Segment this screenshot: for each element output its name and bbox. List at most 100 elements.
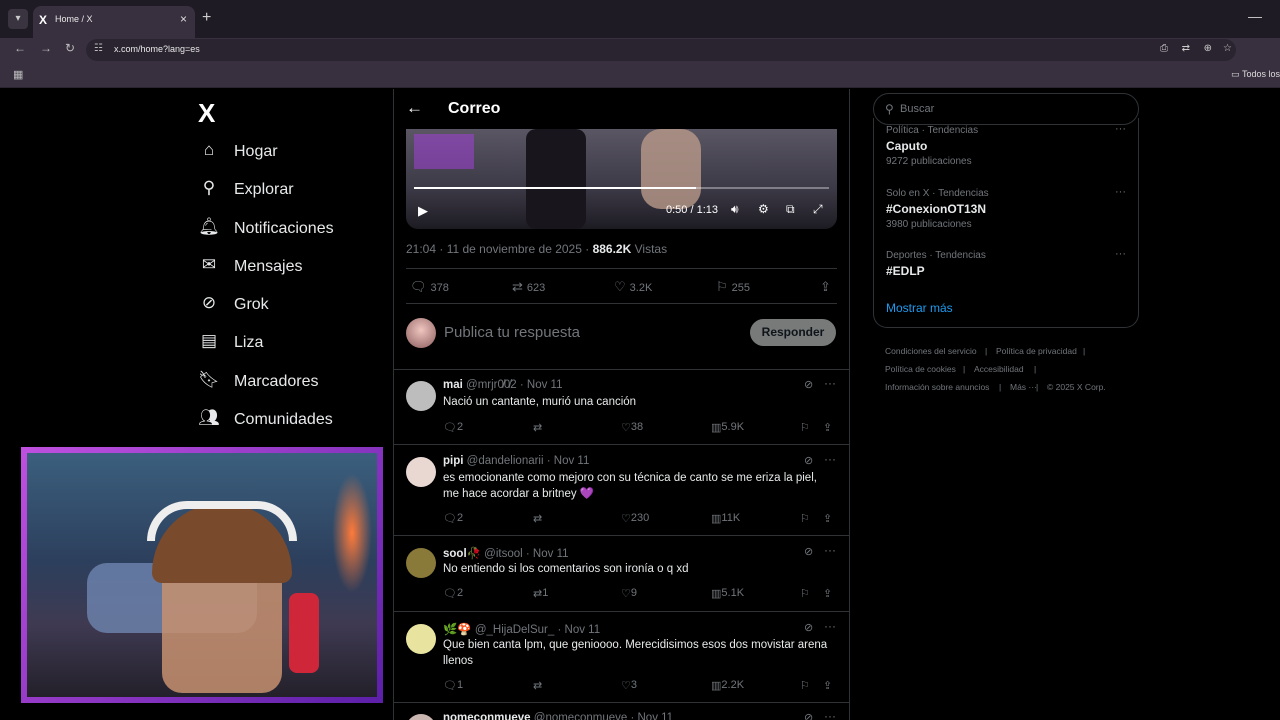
reply-button[interactable]: Responder xyxy=(750,319,836,346)
reply-handle[interactable]: @_HijaDelSur_ xyxy=(475,624,554,636)
fullscreen-icon[interactable]: ⤢ xyxy=(813,202,823,217)
like-action[interactable]: ♡ 3.2K xyxy=(614,279,652,295)
footer-link-cookies[interactable]: Política de cookies xyxy=(885,364,956,374)
picture-in-picture-icon[interactable]: ⧉ xyxy=(786,202,795,217)
views-action[interactable]: ▥ 5.9K xyxy=(711,421,744,434)
footer-link-accessibility[interactable]: Accesibilidad xyxy=(974,364,1024,374)
reply-item[interactable]: mai @mrjr0̸0̸2 · Nov 11 ⊘ ··· Nació un c… xyxy=(394,373,849,444)
reply-author-name[interactable]: pipi xyxy=(443,455,463,467)
bookmark-star-icon[interactable]: ☆ xyxy=(1223,43,1232,54)
share-action[interactable]: ⇪ xyxy=(820,279,835,295)
site-settings-icon[interactable]: ☷ xyxy=(94,43,103,54)
more-options-icon[interactable]: ··· xyxy=(1115,248,1126,260)
more-options-icon[interactable]: ··· xyxy=(824,376,836,390)
repost-action[interactable]: ⇄ xyxy=(533,512,542,525)
reply-date[interactable]: · Nov 11 xyxy=(520,379,563,391)
sidebar-item-bookmarks[interactable]: 🔖︎ Marcadores xyxy=(198,369,378,399)
tab-search-chevron-icon[interactable]: ▾ xyxy=(8,9,28,29)
repost-action[interactable]: ⇄ 1 xyxy=(533,587,548,600)
reply-author-name[interactable]: 🌿🍄 xyxy=(443,624,472,636)
all-bookmarks-folder[interactable]: ▭ Todos los xyxy=(1231,69,1280,80)
sidebar-item-communities[interactable]: 👥︎ Comunidades xyxy=(198,407,378,437)
reply-handle[interactable]: @dandelionarii xyxy=(467,455,544,467)
repost-action[interactable]: ⇄ xyxy=(533,421,542,434)
x-logo-icon[interactable]: X xyxy=(198,98,215,129)
grok-explain-icon[interactable]: ⊘ xyxy=(804,621,813,634)
grok-explain-icon[interactable]: ⊘ xyxy=(804,545,813,558)
apps-grid-icon[interactable]: ▦ xyxy=(13,68,23,81)
reply-date[interactable]: · Nov 11 xyxy=(630,712,673,720)
grok-explain-icon[interactable]: ⊘ xyxy=(804,378,813,391)
reply-item[interactable]: nomeconmueve @nomeconmueve · Nov 11 ⊘ ··… xyxy=(394,706,849,720)
trend-item[interactable]: Deportes · Tendencias #EDLP ··· xyxy=(886,248,1126,278)
more-options-icon[interactable]: ··· xyxy=(824,709,836,720)
more-options-icon[interactable]: ··· xyxy=(824,452,836,466)
reply-action[interactable]: 🗨︎ 2 xyxy=(443,421,463,434)
sidebar-item-home[interactable]: ⌂ Hogar xyxy=(198,139,378,169)
sidebar-item-messages[interactable]: ✉ Mensajes xyxy=(198,254,378,284)
avatar[interactable] xyxy=(406,548,436,578)
settings-gear-icon[interactable]: ⚙ xyxy=(758,202,769,216)
sidebar-item-explore[interactable]: ⚲ Explorar xyxy=(198,177,378,207)
footer-link-more[interactable]: Más ··· xyxy=(1010,382,1037,392)
reply-handle[interactable]: @itsool xyxy=(484,548,523,560)
reply-item[interactable]: 🌿🍄 @_HijaDelSur_ · Nov 11 ⊘ ··· Que bien… xyxy=(394,616,849,702)
new-tab-plus-icon[interactable]: + xyxy=(202,9,211,27)
reply-date[interactable]: · Nov 11 xyxy=(557,624,600,636)
reply-action[interactable]: 🗨︎ 2 xyxy=(443,512,463,525)
play-icon[interactable]: ▶ xyxy=(418,203,428,219)
avatar[interactable] xyxy=(406,457,436,487)
bookmark-icon[interactable]: ⚐ xyxy=(800,587,810,600)
forward-arrow-icon[interactable]: → xyxy=(40,41,52,55)
video-progress-bar[interactable] xyxy=(414,187,829,189)
share-icon[interactable]: ⇪ xyxy=(823,587,832,600)
post-timestamp[interactable]: 21:04 · 11 de noviembre de 2025 · xyxy=(406,242,589,256)
back-arrow-icon[interactable]: ← xyxy=(406,98,423,118)
reply-date[interactable]: · Nov 11 xyxy=(547,455,590,467)
more-options-icon[interactable]: ··· xyxy=(1115,123,1126,135)
bookmark-icon[interactable]: ⚐ xyxy=(800,421,810,434)
trend-item[interactable]: Política · Tendencias Caputo 9272 public… xyxy=(886,123,1126,167)
reply-handle[interactable]: @nomeconmueve xyxy=(534,712,628,720)
window-minimize-icon[interactable]: — xyxy=(1248,8,1262,24)
like-action[interactable]: ♡ 3 xyxy=(621,679,637,692)
share-icon[interactable]: ⇪ xyxy=(823,421,832,434)
reload-icon[interactable]: ↻ xyxy=(65,41,75,55)
avatar[interactable] xyxy=(406,318,436,348)
reply-item[interactable]: sool🥀 @itsool · Nov 11 ⊘ ··· No entiendo… xyxy=(394,540,849,611)
footer-link-terms[interactable]: Condiciones del servicio xyxy=(885,346,977,356)
reply-author-name[interactable]: sool🥀 xyxy=(443,548,481,560)
back-arrow-icon[interactable]: ← xyxy=(14,41,26,55)
bookmark-action[interactable]: ⚐ 255 xyxy=(716,279,750,295)
grok-explain-icon[interactable]: ⊘ xyxy=(804,711,813,720)
like-action[interactable]: ♡ 230 xyxy=(621,512,649,525)
translate-icon[interactable]: ⇄ xyxy=(1182,43,1190,54)
like-action[interactable]: ♡ 9 xyxy=(621,587,637,600)
show-more-link[interactable]: Mostrar más xyxy=(886,301,953,315)
reply-handle[interactable]: @mrjr0̸0̸2 xyxy=(466,379,517,391)
footer-link-privacy[interactable]: Política de privacidad xyxy=(996,346,1077,356)
tab-close-icon[interactable]: × xyxy=(180,12,187,26)
address-bar[interactable]: ☷ x.com/home?lang=es ⎙ ⇄ ⊕ ☆ xyxy=(86,39,1236,61)
footer-link-ads-info[interactable]: Información sobre anuncios xyxy=(885,382,989,392)
like-action[interactable]: ♡ 38 xyxy=(621,421,643,434)
views-action[interactable]: ▥ 5.1K xyxy=(711,587,744,600)
reply-item[interactable]: pipi @dandelionarii · Nov 11 ⊘ ··· es em… xyxy=(394,449,849,535)
zoom-icon[interactable]: ⊕ xyxy=(1204,43,1212,54)
bookmark-icon[interactable]: ⚐ xyxy=(800,679,810,692)
share-icon[interactable]: ⇪ xyxy=(823,679,832,692)
install-app-icon[interactable]: ⎙ xyxy=(1160,43,1168,54)
more-options-icon[interactable]: ··· xyxy=(824,619,836,633)
avatar[interactable] xyxy=(406,381,436,411)
reply-author-name[interactable]: nomeconmueve xyxy=(443,712,531,720)
sidebar-item-notifications[interactable]: 🔔︎ Notificaciones xyxy=(198,216,378,246)
sidebar-item-lists[interactable]: ▤ Liza xyxy=(198,330,378,360)
volume-icon[interactable]: 🔊︎ xyxy=(731,202,739,217)
avatar[interactable] xyxy=(406,714,436,720)
reply-action[interactable]: 🗨︎ 378 xyxy=(410,279,449,295)
reply-author-name[interactable]: mai xyxy=(443,379,463,391)
more-options-icon[interactable]: ··· xyxy=(1115,186,1126,198)
repost-action[interactable]: ⇄ xyxy=(533,679,542,692)
sidebar-item-grok[interactable]: ⊘ Grok xyxy=(198,292,378,322)
share-icon[interactable]: ⇪ xyxy=(823,512,832,525)
